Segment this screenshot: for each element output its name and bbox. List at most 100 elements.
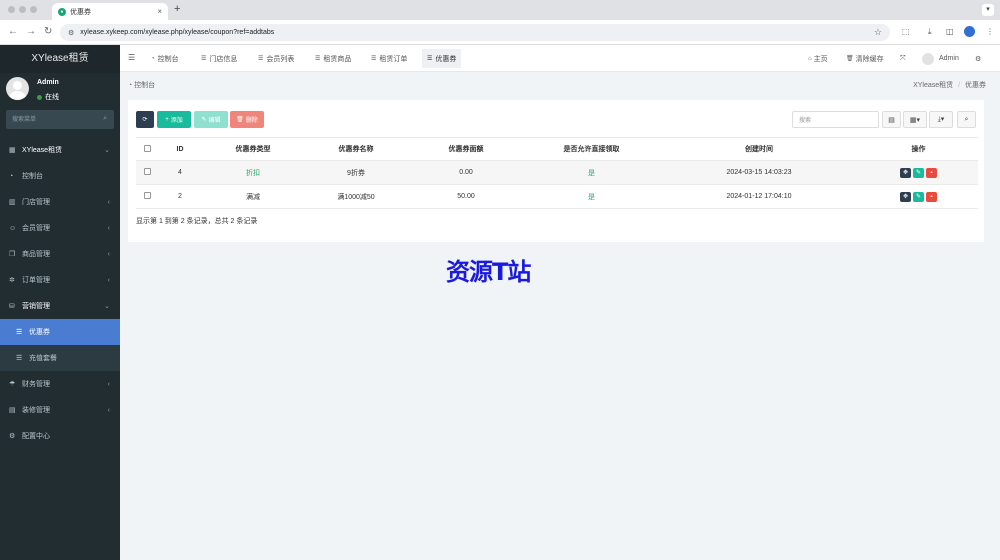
breadcrumb-path: XYlease租赁 / 优惠券 [913, 80, 986, 90]
tab-store[interactable]: ☰ 门店信息 [196, 49, 242, 68]
clear-cache-button[interactable]: 🗑 清除缓存 [846, 49, 884, 68]
reload-icon[interactable]: ↻ [44, 26, 52, 37]
sidebar-item-member[interactable]: ☺ 会员管理 ‹ [0, 215, 120, 241]
sidebar-item-recharge[interactable]: ☰ 充值套餐 [0, 345, 120, 371]
app-logo[interactable]: XYlease租赁 [0, 45, 120, 73]
cell-amount: 50.00 [457, 193, 475, 200]
gears-icon: ⚙ [975, 55, 982, 63]
back-icon[interactable]: ← [8, 26, 18, 37]
add-button[interactable]: + 添加 [157, 111, 191, 128]
settings-button[interactable]: ⚙ [975, 49, 981, 68]
profile-icon[interactable] [964, 26, 975, 37]
row-checkbox[interactable] [143, 192, 151, 199]
table-header: ID 优惠券类型 优惠券名称 优惠券面额 是否允许直接领取 创建时间 操作 [136, 137, 978, 161]
sidebar-item-store[interactable]: ▥ 门店管理 ‹ [0, 189, 120, 215]
sidebar-item-marketing[interactable]: ⛁ 营销管理 ⌄ [0, 293, 120, 319]
col-created[interactable]: 创建时间 [659, 144, 859, 154]
row-checkbox[interactable] [143, 168, 151, 175]
col-name[interactable]: 优惠券名称 [304, 144, 408, 154]
breadcrumb-root[interactable]: XYlease租赁 [913, 82, 953, 89]
breadcrumb-home[interactable]: 控制台 [134, 82, 155, 89]
drag-sort-icon[interactable]: ✥ [900, 191, 911, 202]
admin-menu[interactable]: Admin [922, 49, 959, 68]
refresh-icon: ⟳ [142, 117, 148, 123]
cell-direct[interactable]: 是 [524, 192, 659, 202]
sidebar-item-config[interactable]: ⚙ 配置中心 [0, 423, 120, 449]
list-icon: ☰ [16, 355, 23, 362]
columns-button[interactable]: ▦▾ [903, 111, 927, 128]
browser-tab[interactable]: ● 优惠券 × [52, 3, 168, 20]
marketing-icon: ⛁ [9, 303, 15, 310]
cell-direct[interactable]: 是 [524, 168, 659, 178]
sidebar-item-xylease[interactable]: ▦ XYlease租赁 ⌄ [0, 137, 120, 163]
table-row[interactable]: 2 满减 满1000减50 50.00 是 2024-01-12 17:04:1… [136, 185, 978, 209]
tab-label: 门店信息 [209, 55, 238, 63]
list-icon: ☰ [427, 56, 433, 62]
close-tab-icon[interactable]: × [157, 7, 162, 16]
select-all-checkbox[interactable] [143, 144, 151, 152]
chevron-left-icon: ‹ [107, 224, 110, 232]
export-button[interactable]: ⤓▾ [929, 111, 953, 128]
home-icon: ⌂ [808, 55, 812, 62]
tab-goods[interactable]: ☰ 租赁商品 [310, 49, 356, 68]
table-search-input[interactable]: 搜索 [792, 111, 879, 128]
sidebar-search-input[interactable] [12, 114, 92, 125]
dashboard-icon: ◔ [128, 82, 133, 89]
col-amount[interactable]: 优惠券面额 [408, 144, 524, 154]
col-direct[interactable]: 是否允许直接领取 [524, 144, 659, 154]
home-link[interactable]: ⌂ 主页 [808, 49, 828, 68]
sidepanel-icon[interactable]: ◫ [946, 27, 954, 36]
avatar [6, 77, 29, 100]
sidebar-item-finance[interactable]: ☂ 财务管理 ‹ [0, 371, 120, 397]
url-field[interactable]: ⚙ xylease.xykeep.com/xylease.php/xylease… [60, 24, 890, 41]
window-minimize-dot[interactable] [19, 6, 26, 13]
window-maximize-dot[interactable] [30, 6, 37, 13]
edit-row-icon[interactable]: ✎ [913, 191, 924, 202]
edit-row-icon[interactable]: ✎ [913, 167, 924, 178]
cell-type[interactable]: 满减 [202, 192, 304, 202]
delete-row-icon[interactable]: ▪ [926, 167, 937, 178]
sidebar-item-decor[interactable]: ▤ 装修管理 ‹ [0, 397, 120, 423]
drag-sort-icon[interactable]: ✥ [900, 167, 911, 178]
search-icon[interactable]: ⌕ [103, 115, 107, 123]
delete-row-icon[interactable]: ▪ [926, 191, 937, 202]
tab-dashboard[interactable]: ◔ 控制台 [146, 49, 184, 68]
download-icon[interactable]: ⤓ [928, 27, 932, 37]
sidebar-item-order[interactable]: ✲ 订单管理 ‹ [0, 267, 120, 293]
forward-icon[interactable]: → [26, 26, 36, 37]
sidebar-item-dashboard[interactable]: ◔ 控制台 [0, 163, 120, 189]
sidebar-item-coupon[interactable]: ☰ 优惠券 [0, 319, 120, 345]
advanced-search-button[interactable]: ⌕ [957, 111, 976, 128]
bookmark-star-icon[interactable]: ☆ [874, 27, 882, 38]
col-id[interactable]: ID [158, 146, 202, 153]
col-type[interactable]: 优惠券类型 [202, 144, 304, 154]
browser-tab-title: 优惠券 [70, 8, 91, 16]
extensions-icon[interactable]: ⬚ [902, 27, 910, 36]
cell-actions: ✥ ✎ ▪ [859, 167, 978, 178]
new-tab-icon[interactable]: + [174, 3, 180, 15]
edit-button[interactable]: ✎ 编辑 [194, 111, 228, 128]
decor-icon: ▤ [9, 407, 16, 414]
menu-kebab-icon[interactable]: ⋮ [986, 27, 994, 36]
sidebar-item-goods[interactable]: ❐ 商品管理 ‹ [0, 241, 120, 267]
tab-orders[interactable]: ☰ 租赁订单 [366, 49, 412, 68]
table-row[interactable]: 4 折扣 9折券 0.00 是 2024-03-15 14:03:23 ✥ ✎ ▪ [136, 161, 978, 185]
delete-button[interactable]: 🗑 删除 [230, 111, 264, 128]
sidebar-item-label: 优惠券 [29, 329, 50, 336]
refresh-button[interactable]: ⟳ [136, 111, 154, 128]
fullscreen-button[interactable]: ⤧ [900, 49, 906, 68]
sidebar-item-label: 商品管理 [22, 251, 50, 258]
window-close-dot[interactable] [8, 6, 15, 13]
tab-coupon[interactable]: ☰ 优惠券 [422, 49, 462, 68]
hamburger-icon[interactable]: ☰ [128, 53, 135, 62]
tab-dropdown-icon[interactable]: ▾ [982, 4, 994, 16]
sidebar-item-label: 营销管理 [22, 303, 50, 310]
cell-type[interactable]: 折扣 [202, 168, 304, 178]
site-info-icon[interactable]: ⚙ [68, 29, 74, 37]
col-actions: 操作 [911, 146, 926, 153]
tab-members[interactable]: ☰ 会员列表 [253, 49, 299, 68]
edit-label: 编辑 [208, 118, 221, 124]
toggle-view-button[interactable]: ▤ [882, 111, 901, 128]
url-text: xylease.xykeep.com/xylease.php/xylease/c… [80, 29, 275, 36]
trash-icon: 🗑 [846, 56, 854, 62]
